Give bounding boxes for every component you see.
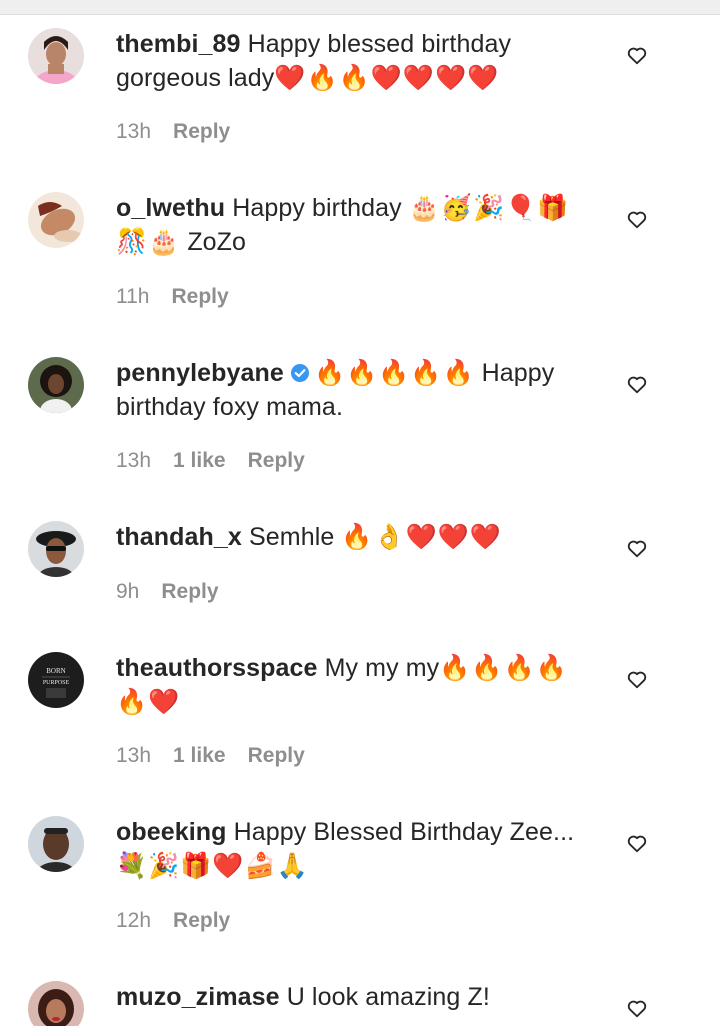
- comment-body: pennylebyane 🔥🔥🔥🔥🔥 Happy birthday foxy ma…: [116, 356, 596, 424]
- timestamp: 12h: [116, 909, 152, 932]
- comment-item: thembi_89 Happy blessed birthday gorgeou…: [0, 14, 720, 178]
- heart-icon[interactable]: [626, 537, 648, 559]
- timestamp: 13h: [116, 120, 152, 143]
- username[interactable]: pennylebyane: [116, 359, 284, 387]
- username[interactable]: obeeking: [116, 818, 227, 846]
- username[interactable]: muzo_zimase: [116, 983, 280, 1011]
- comment-item: obeeking Happy Blessed Birthday Zee... 💐…: [0, 802, 720, 967]
- avatar[interactable]: [28, 28, 84, 84]
- comment-item: thandah_x Semhle 🔥👌❤️❤️❤️ 9h Reply: [0, 507, 720, 638]
- emoji-string: 💐🎉🎁❤️🍰🙏: [116, 852, 309, 880]
- reply-button[interactable]: Reply: [248, 744, 305, 768]
- username[interactable]: o_lwethu: [116, 194, 225, 222]
- avatar[interactable]: [28, 357, 84, 413]
- comment-item: BORN PURPOSE theauthorsspace My my my🔥🔥🔥…: [0, 638, 720, 802]
- timestamp: 11h: [116, 285, 150, 308]
- username[interactable]: thandah_x: [116, 523, 242, 551]
- heart-icon[interactable]: [626, 832, 648, 854]
- avatar[interactable]: [28, 816, 84, 872]
- comment-body: thembi_89 Happy blessed birthday gorgeou…: [116, 27, 596, 95]
- comment-message: My my my: [324, 654, 440, 682]
- timestamp: 13h: [116, 744, 152, 767]
- avatar[interactable]: [28, 981, 84, 1026]
- emoji-string: 🔥👌❤️❤️❤️: [341, 523, 503, 551]
- username[interactable]: thembi_89: [116, 30, 241, 58]
- comment-text: thembi_89 Happy blessed birthday gorgeou…: [116, 27, 596, 95]
- comment-text: muzo_zimase U look amazing Z!: [116, 980, 596, 1014]
- heart-icon[interactable]: [626, 373, 648, 395]
- comment-meta: 11h Reply: [116, 285, 229, 309]
- comment-body: o_lwethu Happy birthday 🎂🥳🎉🎈🎁🎊🎂 ZoZo: [116, 191, 596, 259]
- comment-list: thembi_89 Happy blessed birthday gorgeou…: [0, 14, 720, 1026]
- comment-message: Happy birthday: [232, 194, 402, 222]
- top-strip: [0, 0, 720, 15]
- comment-meta: 12h Reply: [116, 909, 230, 933]
- emoji-string: ❤️🔥🔥❤️❤️❤️❤️: [274, 64, 500, 92]
- comment-meta: 13h Reply: [116, 120, 230, 144]
- comment-message: Semhle: [248, 523, 335, 551]
- reply-button[interactable]: Reply: [161, 580, 218, 604]
- heart-icon[interactable]: [626, 997, 648, 1019]
- reply-button[interactable]: Reply: [248, 449, 305, 473]
- comment-item: pennylebyane 🔥🔥🔥🔥🔥 Happy birthday foxy ma…: [0, 343, 720, 507]
- comment-body: obeeking Happy Blessed Birthday Zee... 💐…: [116, 815, 596, 883]
- avatar-text-born: BORN: [46, 667, 65, 675]
- comment-meta: 13h 1 like Reply: [116, 449, 305, 473]
- timestamp: 9h: [116, 580, 140, 603]
- username[interactable]: theauthorsspace: [116, 654, 318, 682]
- emoji-string: 🔥🔥🔥🔥🔥: [313, 359, 475, 387]
- like-count[interactable]: 1 like: [173, 449, 226, 473]
- reply-button[interactable]: Reply: [171, 285, 228, 309]
- timestamp: 13h: [116, 449, 152, 472]
- avatar-text-purpose: PURPOSE: [43, 680, 70, 686]
- comment-item: muzo_zimase U look amazing Z!: [0, 967, 720, 1026]
- comment-message: Happy Blessed Birthday Zee...: [233, 818, 575, 846]
- comment-message: U look amazing Z!: [286, 983, 490, 1011]
- avatar[interactable]: [28, 192, 84, 248]
- heart-icon[interactable]: [626, 44, 648, 66]
- comment-text: theauthorsspace My my my🔥🔥🔥🔥🔥❤️: [116, 651, 596, 719]
- comment-text: thandah_x Semhle 🔥👌❤️❤️❤️: [116, 520, 596, 554]
- verified-badge-icon: [290, 364, 309, 382]
- comment-meta: 13h 1 like Reply: [116, 744, 305, 768]
- like-count[interactable]: 1 like: [173, 744, 226, 768]
- comment-meta: 9h Reply: [116, 580, 219, 604]
- comment-text: obeeking Happy Blessed Birthday Zee... 💐…: [116, 815, 596, 883]
- reply-button[interactable]: Reply: [173, 909, 230, 933]
- avatar[interactable]: [28, 521, 84, 577]
- comment-body: thandah_x Semhle 🔥👌❤️❤️❤️: [116, 520, 596, 554]
- heart-icon[interactable]: [626, 208, 648, 230]
- comment-body: theauthorsspace My my my🔥🔥🔥🔥🔥❤️: [116, 651, 596, 719]
- reply-button[interactable]: Reply: [173, 120, 230, 144]
- heart-icon[interactable]: [626, 668, 648, 690]
- avatar[interactable]: BORN PURPOSE: [28, 652, 84, 708]
- comment-text: o_lwethu Happy birthday 🎂🥳🎉🎈🎁🎊🎂 ZoZo: [116, 191, 596, 259]
- comment-item: o_lwethu Happy birthday 🎂🥳🎉🎈🎁🎊🎂 ZoZo 11h…: [0, 178, 720, 343]
- comment-message-end: ZoZo: [187, 228, 247, 256]
- comment-text: pennylebyane 🔥🔥🔥🔥🔥 Happy birthday foxy ma…: [116, 356, 596, 424]
- comment-body: muzo_zimase U look amazing Z!: [116, 980, 596, 1014]
